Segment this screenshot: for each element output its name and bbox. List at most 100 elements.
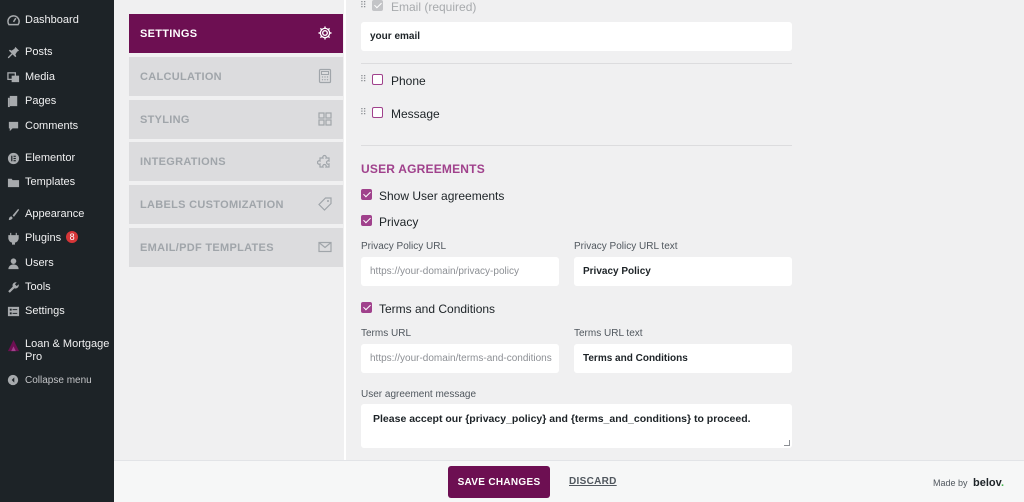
puzzle-icon bbox=[317, 154, 330, 168]
message-field-label: Message bbox=[391, 107, 440, 121]
tab-settings[interactable]: SETTINGS bbox=[129, 14, 343, 53]
sidebar-item-label: Elementor bbox=[25, 151, 76, 164]
brand-name: belov bbox=[973, 477, 1001, 489]
sidebar-item-label: Plugins bbox=[25, 232, 62, 244]
terms-url-text-label: Terms URL text bbox=[574, 328, 643, 339]
grid-icon bbox=[318, 112, 332, 126]
sidebar-item-label: Settings bbox=[25, 304, 65, 317]
plugin-icon bbox=[6, 231, 20, 245]
drag-handle-icon[interactable]: ⠿ bbox=[360, 75, 367, 87]
terms-url-input[interactable]: https://your-domain/terms-and-conditions bbox=[361, 344, 559, 373]
calculator-icon bbox=[318, 68, 332, 84]
sidebar-item-elementor[interactable]: Elementor bbox=[0, 146, 114, 170]
drag-handle-icon[interactable]: ⠿ bbox=[360, 1, 367, 13]
show-agreements-checkbox[interactable] bbox=[361, 189, 372, 200]
brand-dot: . bbox=[1000, 477, 1004, 489]
comments-icon bbox=[6, 119, 20, 133]
plugin-settings-area: SETTINGS CALCULATION STYLING INTEGRATION… bbox=[114, 0, 1024, 502]
user-icon bbox=[6, 256, 20, 270]
elementor-icon bbox=[6, 151, 20, 165]
sidebar-item-label: Collapse menu bbox=[25, 374, 92, 386]
sidebar-item-label: Media bbox=[25, 70, 55, 83]
settings-form: ⠿ Email (required) your email ⠿ Phone ⠿ … bbox=[344, 0, 794, 460]
tab-integrations[interactable]: INTEGRATIONS bbox=[129, 142, 343, 181]
media-icon bbox=[6, 70, 20, 84]
sidebar-item-label-line2: Pro bbox=[25, 351, 43, 363]
folder-icon bbox=[6, 175, 20, 189]
discard-link[interactable]: DISCARD bbox=[569, 476, 617, 487]
email-checkbox bbox=[372, 0, 383, 11]
sidebar-item-label: Posts bbox=[25, 45, 53, 58]
tab-calculation[interactable]: CALCULATION bbox=[129, 57, 343, 96]
sidebar-item-label: Templates bbox=[25, 175, 76, 188]
tab-label: STYLING bbox=[140, 113, 190, 126]
sidebar-item-media[interactable]: Media bbox=[0, 65, 114, 89]
tab-label: LABELS CUSTOMIZATION bbox=[140, 198, 284, 211]
phone-checkbox[interactable] bbox=[372, 74, 383, 85]
sidebar-item-tools[interactable]: Tools bbox=[0, 275, 114, 299]
agreement-message-label: User agreement message bbox=[361, 389, 477, 400]
privacy-label: Privacy bbox=[379, 215, 419, 229]
agreement-message-value: Please accept our {privacy_policy} and {… bbox=[373, 413, 751, 425]
collapse-icon bbox=[6, 373, 20, 387]
calculator-logo-icon bbox=[6, 338, 20, 352]
wrench-icon bbox=[6, 280, 20, 294]
drag-handle-icon[interactable]: ⠿ bbox=[360, 108, 367, 120]
terms-checkbox[interactable] bbox=[361, 302, 372, 313]
sidebar-item-label: Dashboard bbox=[25, 13, 79, 26]
privacy-url-text-label: Privacy Policy URL text bbox=[574, 241, 678, 252]
privacy-url-text-input[interactable]: Privacy Policy bbox=[574, 257, 792, 286]
sidebar-item-label: Appearance bbox=[25, 207, 85, 220]
sidebar-item-appearance[interactable]: Appearance bbox=[0, 202, 114, 226]
sidebar-item-dashboard[interactable]: Dashboard bbox=[0, 8, 114, 32]
sidebar-item-loan-mortgage-pro[interactable]: Loan & Mortgage Pro bbox=[0, 338, 114, 364]
terms-url-label: Terms URL bbox=[361, 328, 412, 339]
collapse-menu-button[interactable]: Collapse menu bbox=[0, 368, 114, 392]
sidebar-item-templates[interactable]: Templates bbox=[0, 170, 114, 194]
sidebar-item-posts[interactable]: Posts bbox=[0, 40, 114, 64]
tag-icon bbox=[318, 197, 332, 211]
show-agreements-label: Show User agreements bbox=[379, 189, 505, 203]
message-checkbox[interactable] bbox=[372, 107, 383, 118]
action-bar: SAVE CHANGES DISCARD Made by belov. bbox=[114, 460, 1024, 502]
sidebar-item-label: Loan & Mortgage bbox=[25, 338, 110, 350]
pages-icon bbox=[6, 94, 20, 108]
brush-icon bbox=[6, 207, 20, 221]
update-count-badge: 8 bbox=[66, 231, 79, 243]
tab-label: SETTINGS bbox=[140, 27, 198, 40]
sidebar-item-plugins[interactable]: Plugins 8 bbox=[0, 226, 114, 250]
privacy-checkbox[interactable] bbox=[361, 215, 372, 226]
tab-email-pdf-templates[interactable]: EMAIL/PDF TEMPLATES bbox=[129, 228, 343, 267]
sidebar-item-users[interactable]: Users bbox=[0, 251, 114, 275]
dashboard-icon bbox=[6, 13, 20, 27]
privacy-url-label: Privacy Policy URL bbox=[361, 241, 447, 252]
sidebar-item-label: Pages bbox=[25, 94, 57, 107]
phone-field-label: Phone bbox=[391, 74, 426, 88]
admin-sidebar: Dashboard Posts Media Pages Comments Ele… bbox=[0, 0, 114, 502]
settings-icon bbox=[6, 304, 20, 318]
save-changes-button[interactable]: SAVE CHANGES bbox=[448, 466, 550, 498]
sidebar-item-pages[interactable]: Pages bbox=[0, 89, 114, 113]
sidebar-item-comments[interactable]: Comments bbox=[0, 114, 114, 138]
envelope-icon bbox=[318, 241, 332, 253]
resize-handle-icon[interactable] bbox=[784, 440, 790, 446]
email-placeholder-input[interactable]: your email bbox=[361, 22, 792, 51]
terms-label: Terms and Conditions bbox=[379, 302, 496, 316]
email-field-label: Email (required) bbox=[391, 0, 477, 14]
sidebar-item-label: Tools bbox=[25, 280, 51, 293]
terms-url-text-input[interactable]: Terms and Conditions bbox=[574, 344, 792, 373]
sidebar-item-label: Users bbox=[25, 256, 54, 269]
brand-logo: belov. bbox=[973, 477, 1004, 489]
divider bbox=[361, 63, 792, 64]
tab-label: CALCULATION bbox=[140, 70, 222, 83]
tab-label: INTEGRATIONS bbox=[140, 155, 226, 168]
made-by-credit[interactable]: Made by belov. bbox=[933, 477, 1004, 489]
user-agreements-title: USER AGREEMENTS bbox=[361, 162, 485, 176]
tab-styling[interactable]: STYLING bbox=[129, 100, 343, 139]
privacy-url-input[interactable]: https://your-domain/privacy-policy bbox=[361, 257, 559, 286]
gear-icon bbox=[318, 26, 332, 40]
agreement-message-textarea[interactable]: Please accept our {privacy_policy} and {… bbox=[361, 404, 792, 448]
sidebar-item-settings[interactable]: Settings bbox=[0, 299, 114, 323]
tab-labels-customization[interactable]: LABELS CUSTOMIZATION bbox=[129, 185, 343, 224]
divider bbox=[361, 145, 792, 146]
